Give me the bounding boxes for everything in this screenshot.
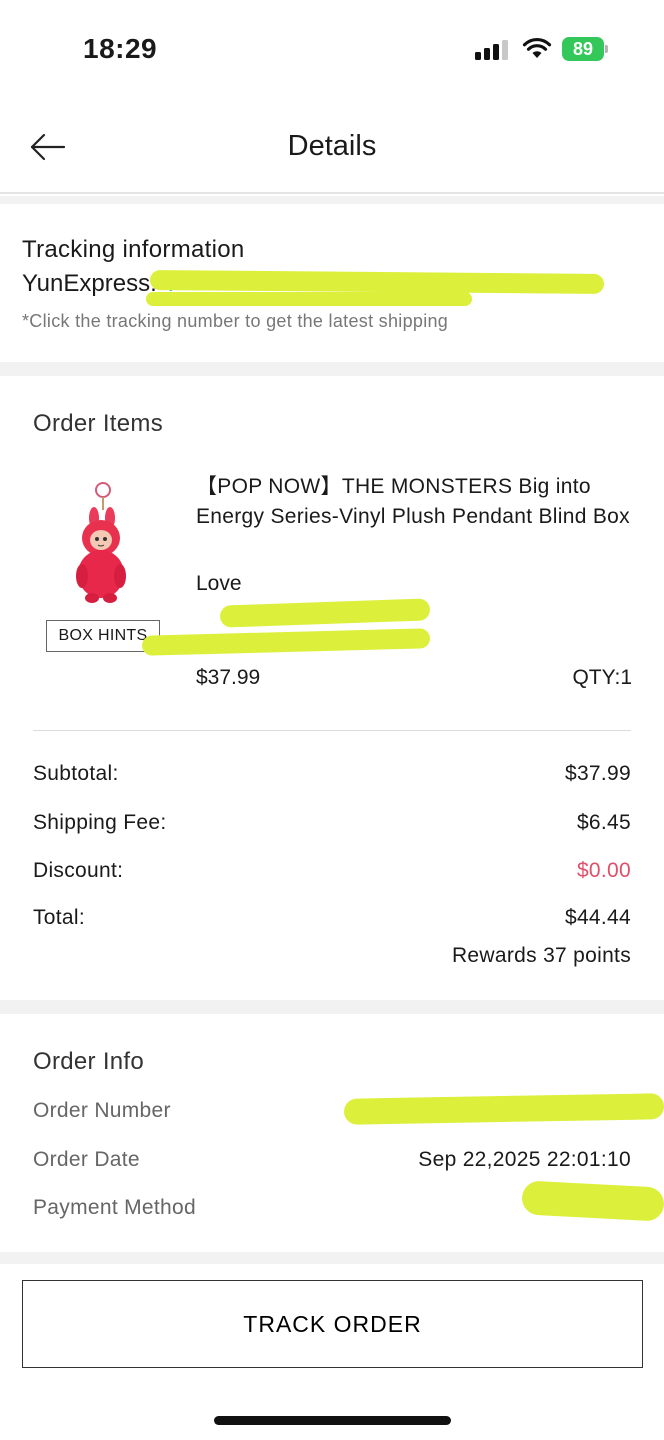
subtotal-label: Subtotal:	[33, 762, 119, 785]
discount-value: $0.00	[576, 859, 631, 882]
redaction-mark	[521, 1180, 664, 1222]
order-number-label: Order Number	[33, 1099, 171, 1122]
product-variant: Love	[196, 572, 242, 595]
tracking-hint: *Click the tracking number to get the la…	[22, 311, 449, 331]
section-gap	[0, 196, 664, 204]
total-value: $44.44	[564, 906, 631, 929]
item-price: $37.99	[196, 666, 261, 689]
track-order-button[interactable]: TRACK ORDER	[22, 1280, 643, 1368]
total-label: Total:	[33, 906, 85, 929]
redaction-mark	[219, 598, 431, 628]
order-date-label: Order Date	[33, 1148, 140, 1171]
cellular-signal-icon	[475, 40, 511, 60]
section-gap	[0, 362, 664, 376]
redaction-mark	[141, 628, 431, 656]
redaction-mark	[343, 1093, 664, 1125]
discount-label: Discount:	[33, 859, 124, 882]
battery-tip	[605, 45, 608, 53]
product-name[interactable]: 【POP NOW】THE MONSTERS Big into Energy Se…	[196, 472, 636, 532]
home-indicator	[214, 1416, 451, 1425]
tracking-section: Tracking information YunExpress:Y *Click…	[0, 204, 664, 362]
status-bar: 18:29 89	[0, 0, 664, 100]
section-gap	[0, 1000, 664, 1014]
order-info-section: Order Info Order Number Order Date Sep 2…	[0, 1014, 664, 1252]
carrier-label: YunExpress:	[22, 270, 157, 297]
shipping-fee-label: Shipping Fee:	[33, 811, 167, 834]
page-title: Details	[287, 130, 377, 162]
payment-method-label: Payment Method	[33, 1196, 196, 1219]
tracking-title: Tracking information	[22, 236, 245, 263]
nav-header: Details	[0, 100, 664, 194]
item-quantity: QTY:1	[572, 666, 632, 689]
redaction-mark	[149, 270, 605, 294]
product-image[interactable]	[70, 476, 130, 604]
status-time: 18:29	[83, 33, 158, 64]
order-info-title: Order Info	[33, 1048, 145, 1075]
order-items-section: Order Items BOX HINTS 【POP NOW】THE MONST…	[0, 376, 664, 1000]
redaction-mark	[146, 292, 472, 306]
order-items-title: Order Items	[33, 410, 163, 437]
divider	[33, 730, 631, 731]
order-date-value: Sep 22,2025 22:01:10	[418, 1148, 631, 1171]
wifi-icon	[522, 37, 552, 58]
rewards-points: Rewards 37 points	[451, 944, 631, 967]
section-gap	[0, 1252, 664, 1264]
subtotal-value: $37.99	[564, 762, 631, 785]
battery-charging-icon: 89	[562, 37, 604, 61]
shipping-fee-value: $6.45	[576, 811, 631, 834]
